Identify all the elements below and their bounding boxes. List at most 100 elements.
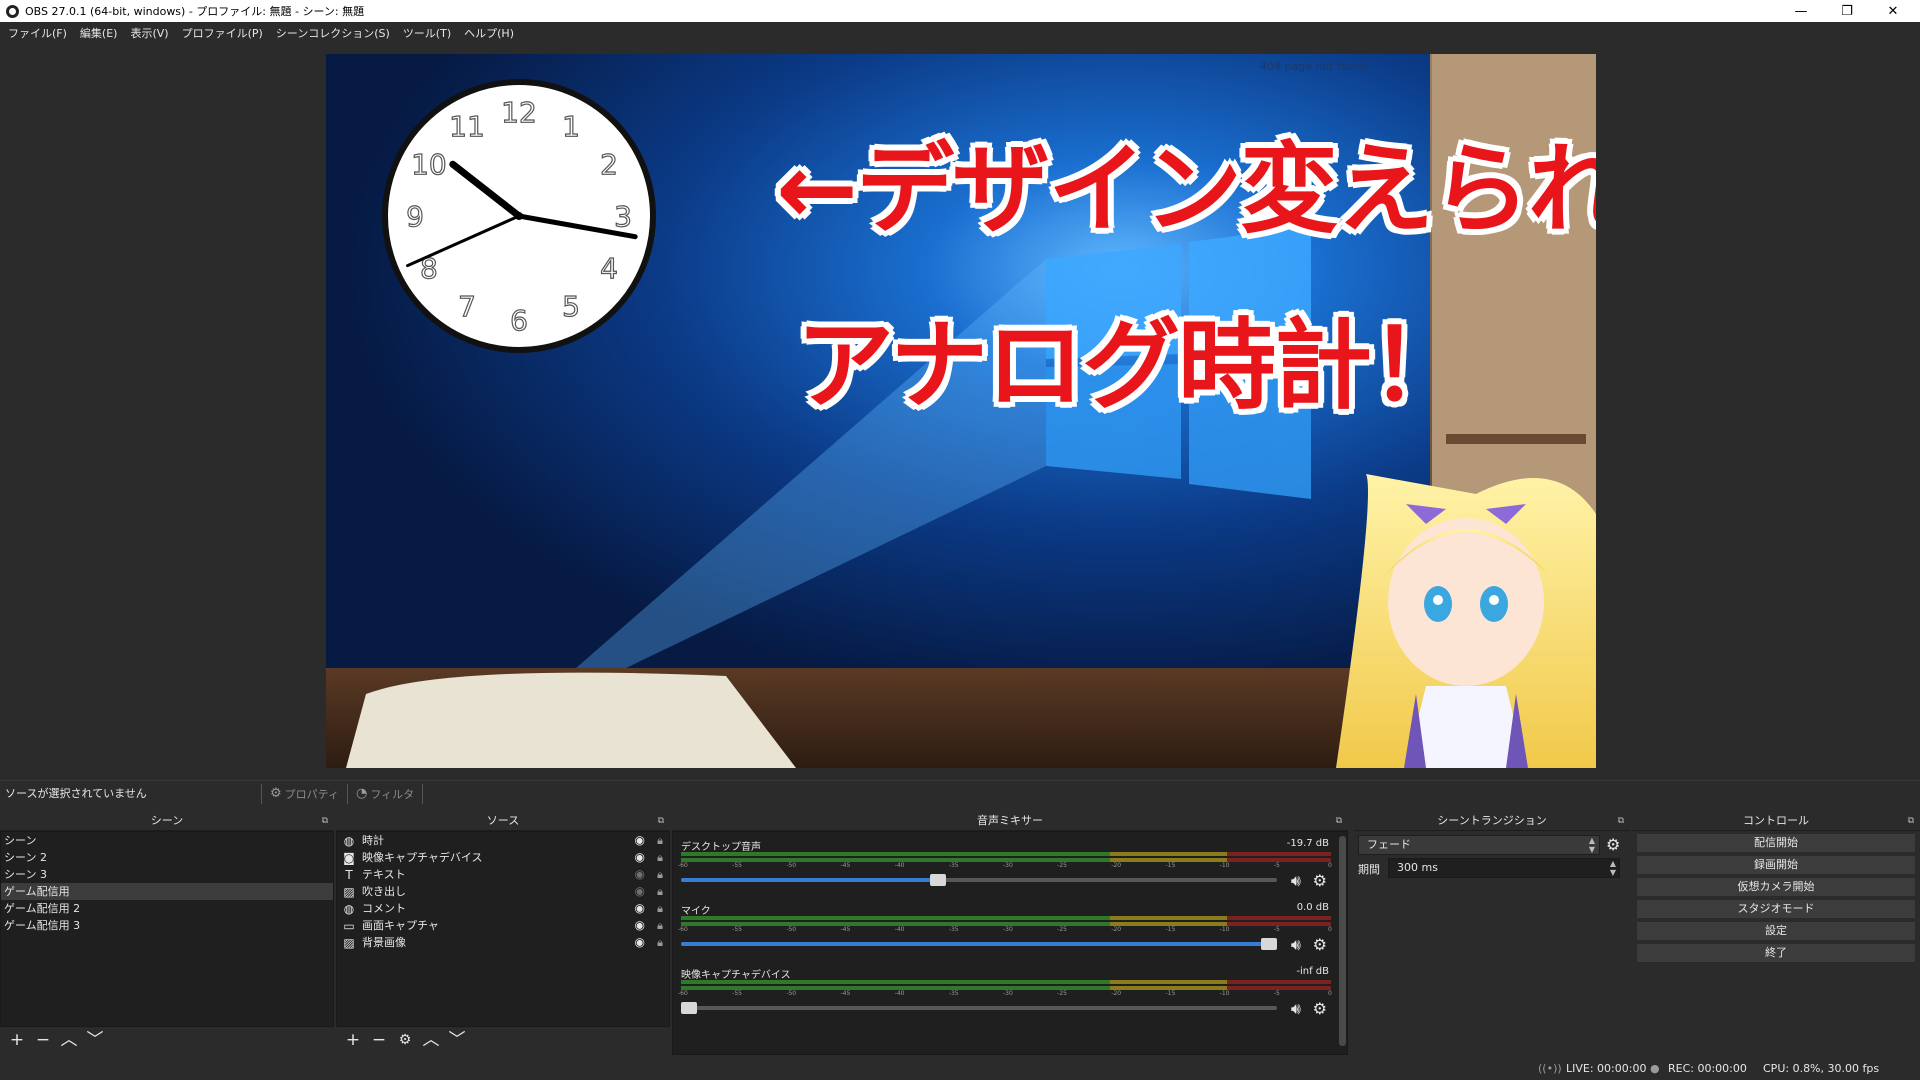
eye-hidden-icon[interactable]: ◉	[635, 866, 645, 883]
lock-icon[interactable]: 🔒︎	[657, 832, 663, 849]
remove-scene-button[interactable]: −	[30, 1029, 56, 1051]
source-list-item[interactable]: ◍ コメント ◉ 🔒︎	[337, 900, 669, 917]
meter-tick-label: -60	[678, 862, 688, 869]
undock-icon[interactable]: ⧉	[1908, 811, 1914, 831]
exit-button[interactable]: 終了	[1636, 943, 1916, 963]
source-list-item[interactable]: ◙ 映像キャプチャデバイス ◉ 🔒︎	[337, 849, 669, 866]
menu-profile[interactable]: プロファイル(P)	[178, 25, 272, 41]
lock-icon[interactable]: 🔒︎	[657, 917, 663, 934]
start-virtual-camera-button[interactable]: 仮想カメラ開始	[1636, 877, 1916, 897]
controls-dock-title: コントロール ⧉	[1632, 811, 1920, 831]
meter-tick-label: -30	[1003, 990, 1013, 997]
mixer-channel: 映像キャプチャデバイス -inf dB -60 -55 -50 -45 -40 -35 -30-…	[678, 966, 1332, 1030]
move-up-icon[interactable]: ︿	[418, 1029, 444, 1051]
menu-bar: ファイル(F) 編集(E) 表示(V) プロファイル(P) シーンコレクション(…	[0, 22, 1920, 44]
eye-icon[interactable]: ◉	[635, 917, 645, 934]
filters-button[interactable]: ◔ フィルタ	[348, 783, 424, 804]
volume-slider-handle[interactable]	[1261, 938, 1277, 950]
duration-input[interactable]: 300 ms ▲ ▼	[1388, 858, 1620, 878]
volume-slider[interactable]	[681, 938, 1277, 950]
level-meter	[681, 980, 1331, 984]
source-list-item[interactable]: ▨ 吹き出し ◉ 🔒︎	[337, 883, 669, 900]
stepper-icon[interactable]: ▲ ▼	[1610, 859, 1616, 877]
restore-button[interactable]: ❐	[1824, 0, 1870, 22]
lock-icon[interactable]: 🔒︎	[657, 866, 663, 883]
speaker-icon[interactable]: 🔊︎	[1291, 999, 1301, 1019]
speaker-icon[interactable]: 🔊︎	[1291, 871, 1301, 891]
undock-icon[interactable]: ⧉	[322, 811, 328, 831]
eye-hidden-icon[interactable]: ◉	[635, 883, 645, 900]
source-properties-gear-icon[interactable]: ⚙	[392, 1029, 418, 1051]
transition-select[interactable]: フェード ▲ ▼	[1358, 835, 1600, 855]
scene-list-item[interactable]: シーン	[1, 832, 333, 849]
menu-help[interactable]: ヘルプ(H)	[460, 25, 523, 41]
move-up-icon[interactable]: ︿	[56, 1029, 82, 1051]
move-down-icon[interactable]: ﹀	[444, 1029, 470, 1051]
scene-list-item[interactable]: シーン 2	[1, 849, 333, 866]
channel-gear-icon[interactable]: ⚙	[1313, 999, 1327, 1018]
controls-body: 配信開始 録画開始 仮想カメラ開始 スタジオモード 設定 終了	[1632, 831, 1920, 1055]
volume-slider[interactable]	[681, 1002, 1277, 1014]
transition-gear-icon[interactable]: ⚙	[1606, 835, 1620, 854]
menu-file[interactable]: ファイル(F)	[4, 25, 76, 41]
remove-source-button[interactable]: −	[366, 1029, 392, 1051]
lock-icon[interactable]: 🔒︎	[657, 883, 663, 900]
undock-icon[interactable]: ⧉	[658, 811, 664, 831]
meter-tick-label: -10	[1219, 990, 1230, 997]
mixer-scrollbar[interactable]	[1339, 836, 1346, 1046]
source-list-item[interactable]: ▭ 画面キャプチャ ◉ 🔒︎	[337, 917, 669, 934]
menu-scene-collection[interactable]: シーンコレクション(S)	[272, 25, 399, 41]
status-bar: ((•)) LIVE: 00:00:00 ● REC: 00:00:00 CPU…	[0, 1058, 1920, 1080]
channel-gear-icon[interactable]: ⚙	[1313, 871, 1327, 890]
undock-icon[interactable]: ⧉	[1336, 811, 1342, 831]
scene-list-item[interactable]: シーン 3	[1, 866, 333, 883]
eye-icon[interactable]: ◉	[635, 900, 645, 917]
add-scene-button[interactable]: +	[4, 1029, 30, 1051]
start-recording-button[interactable]: 録画開始	[1636, 855, 1916, 875]
lock-icon[interactable]: 🔒︎	[657, 900, 663, 917]
volume-slider[interactable]	[681, 874, 1277, 886]
minimize-button[interactable]: —	[1778, 0, 1824, 22]
volume-slider-handle[interactable]	[930, 874, 947, 886]
transition-select-value: フェード	[1367, 838, 1411, 851]
source-list-item[interactable]: ◍ 時計 ◉ 🔒︎	[337, 832, 669, 849]
undock-icon[interactable]: ⧉	[1618, 811, 1624, 831]
channel-gear-icon[interactable]: ⚙	[1313, 935, 1327, 954]
scene-list-item[interactable]: ゲーム配信用 3	[1, 917, 333, 934]
menu-tools[interactable]: ツール(T)	[399, 25, 460, 41]
scene-list-item[interactable]: ゲーム配信用 2	[1, 900, 333, 917]
globe-icon: ◍	[343, 833, 355, 848]
meter-tick-label: -15	[1165, 990, 1176, 997]
duration-label: 期間	[1358, 863, 1380, 876]
studio-mode-button[interactable]: スタジオモード	[1636, 899, 1916, 919]
speaker-icon[interactable]: 🔊︎	[1291, 935, 1301, 955]
scene-list-item[interactable]: ゲーム配信用	[1, 883, 333, 900]
eye-icon[interactable]: ◉	[635, 934, 645, 951]
menu-edit[interactable]: 編集(E)	[76, 25, 127, 41]
lock-icon[interactable]: 🔒︎	[657, 934, 663, 951]
meter-tick-label: -10	[1219, 926, 1230, 933]
meter-tick-label: -5	[1273, 990, 1280, 997]
meter-tick-label: -40	[894, 862, 905, 869]
lock-icon[interactable]: 🔒︎	[657, 849, 663, 866]
properties-button[interactable]: ⚙ プロパティ	[262, 783, 348, 804]
eye-icon[interactable]: ◉	[635, 849, 645, 866]
close-button[interactable]: ✕	[1870, 0, 1916, 22]
move-down-icon[interactable]: ﹀	[82, 1029, 108, 1051]
start-streaming-button[interactable]: 配信開始	[1636, 833, 1916, 853]
add-source-button[interactable]: +	[340, 1029, 366, 1051]
settings-button[interactable]: 設定	[1636, 921, 1916, 941]
menu-view[interactable]: 表示(V)	[126, 25, 177, 41]
eye-icon[interactable]: ◉	[635, 832, 645, 849]
source-name: コメント	[362, 902, 406, 915]
clock-number: 3	[614, 200, 632, 233]
source-list-item[interactable]: T テキスト ◉ 🔒︎	[337, 866, 669, 883]
meter-ticks: -60 -55 -50 -45 -40 -35 -30 -25 -20 -15 -10 -5 0	[678, 990, 1332, 1000]
image-icon: ▨	[343, 935, 355, 950]
preview-canvas[interactable]: 12 1 2 3 4 5 6 7 8 9 10 11 404 page not found ←デザイン…	[326, 54, 1596, 768]
controls-title: コントロール	[1743, 814, 1809, 827]
scenes-toolbar: + − ︿ ﹀	[0, 1027, 334, 1053]
meter-tick-label: -35	[948, 862, 959, 869]
volume-slider-handle[interactable]	[681, 1002, 697, 1014]
source-list-item[interactable]: ▨ 背景画像 ◉ 🔒︎	[337, 934, 669, 951]
